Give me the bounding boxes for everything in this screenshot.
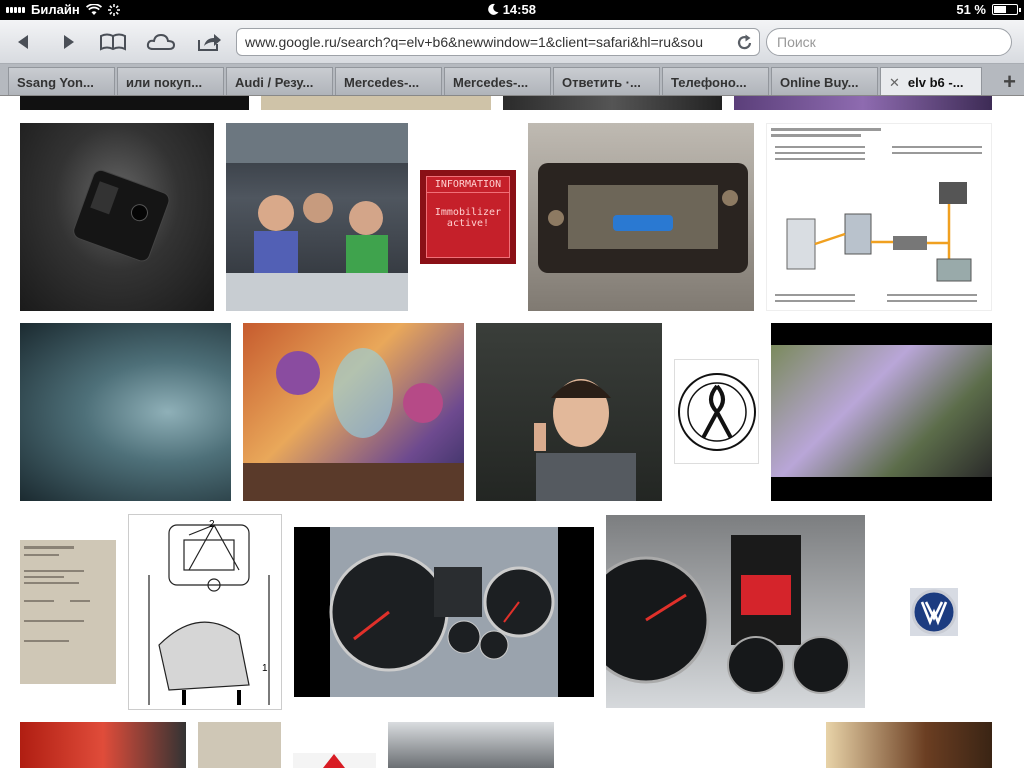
address-bar[interactable]: www.google.ru/search?q=elv+b6&newwindow=… xyxy=(236,28,760,56)
image-result-wiring-photo[interactable] xyxy=(771,323,992,501)
fantasy-illustration xyxy=(243,348,464,501)
image-result-top-2[interactable] xyxy=(261,96,491,110)
tab-active[interactable]: ✕ elv b6 -... xyxy=(880,67,982,95)
search-placeholder: Поиск xyxy=(777,34,816,50)
info-text-1: Immobilizer xyxy=(434,207,502,218)
tab-5[interactable]: Mercedes-... xyxy=(444,67,551,95)
lock-module-photo xyxy=(538,163,748,273)
dashboard-photo xyxy=(606,535,850,694)
clock: 14:58 xyxy=(502,2,536,17)
image-result-line-drawing[interactable]: 21 xyxy=(128,514,282,710)
technical-drawing: 21 xyxy=(148,519,270,705)
search-field[interactable]: Поиск xyxy=(766,28,1012,56)
vw-logo-icon xyxy=(911,589,957,635)
portrait-photo xyxy=(534,379,636,501)
rune-circle-image xyxy=(678,373,756,451)
cloud-icon xyxy=(146,33,176,50)
safari-toolbar: www.google.ru/search?q=elv+b6&newwindow=… xyxy=(0,20,1024,64)
image-result-top-1[interactable] xyxy=(20,96,249,110)
tab-label: или покуп... xyxy=(126,75,203,90)
tab-8[interactable]: Online Buy... xyxy=(771,67,878,95)
tab-label: elv b6 -... xyxy=(907,75,964,90)
tab-1[interactable]: Ssang Yon... xyxy=(8,67,115,95)
image-result-immobilizer-display[interactable]: INFORMATION Immobilizer active! xyxy=(420,170,516,264)
image-result-document-page[interactable] xyxy=(20,540,116,684)
image-result-vw-logo[interactable] xyxy=(910,588,958,636)
tab-6[interactable]: Ответить ·... xyxy=(553,67,660,95)
reload-icon xyxy=(737,34,752,50)
image-result-man-gesture[interactable] xyxy=(476,323,662,501)
tab-label: Mercedes-... xyxy=(344,75,420,90)
tab-bar: Ssang Yon... или покуп... Audi / Резу...… xyxy=(0,64,1024,96)
image-result-car-interior[interactable] xyxy=(388,722,554,768)
tab-label: Ответить ·... xyxy=(562,75,641,90)
tab-4[interactable]: Mercedes-... xyxy=(335,67,442,95)
image-result-people-in-car[interactable] xyxy=(226,123,408,311)
image-result-warning-sign[interactable] xyxy=(293,753,376,768)
image-result-metal-shaft[interactable] xyxy=(20,323,231,501)
tab-3[interactable]: Audi / Резу... xyxy=(226,67,333,95)
close-tab-icon[interactable]: ✕ xyxy=(889,75,900,90)
document-scan xyxy=(24,546,90,642)
tab-2[interactable]: или покуп... xyxy=(117,67,224,95)
info-text-2: active! xyxy=(446,218,490,229)
image-result-garage-door[interactable] xyxy=(826,722,992,768)
share-icon xyxy=(198,34,221,51)
reload-button[interactable] xyxy=(737,33,753,54)
add-tab-button[interactable]: + xyxy=(1003,69,1016,95)
image-result-dashboard-display[interactable] xyxy=(606,515,865,708)
dashboard-gauges xyxy=(329,527,558,697)
image-results: INFORMATION Immobilizer active! 21 xyxy=(0,96,1024,768)
forward-button[interactable] xyxy=(54,28,84,56)
image-result-document-2[interactable] xyxy=(198,722,281,768)
drawing-label-2: 2 xyxy=(209,519,215,530)
schematic-diagram xyxy=(771,128,982,302)
tab-label: Mercedes-... xyxy=(453,75,529,90)
back-arrow-icon xyxy=(18,35,28,49)
image-result-lock-module[interactable] xyxy=(528,123,754,311)
image-result-fantasy-art[interactable] xyxy=(243,323,464,501)
image-result-red-car[interactable] xyxy=(20,722,186,768)
forward-arrow-icon xyxy=(64,35,74,49)
image-result-usb-aux-socket[interactable] xyxy=(20,123,214,311)
image-result-rune-seal[interactable] xyxy=(674,359,759,464)
bookmarks-button[interactable] xyxy=(98,28,128,56)
warning-triangle-icon xyxy=(323,754,345,768)
moon-icon xyxy=(488,3,499,15)
image-result-top-4[interactable] xyxy=(734,96,992,110)
image-result-comfort-unit-diagram[interactable] xyxy=(766,123,992,311)
drawing-label-1: 1 xyxy=(262,663,268,674)
battery-icon xyxy=(992,4,1021,15)
usb-socket-image xyxy=(73,169,170,262)
book-icon xyxy=(100,33,126,51)
battery-percent: 51 % xyxy=(956,2,986,17)
tab-7[interactable]: Телефоно... xyxy=(662,67,769,95)
tab-label: Телефоно... xyxy=(671,75,747,90)
info-heading: INFORMATION xyxy=(427,177,509,193)
share-button[interactable] xyxy=(194,28,224,56)
back-button[interactable] xyxy=(8,28,38,56)
tab-label: Online Buy... xyxy=(780,75,859,90)
image-result-instrument-cluster[interactable] xyxy=(294,527,594,697)
tab-label: Ssang Yon... xyxy=(17,75,94,90)
url-text: www.google.ru/search?q=elv+b6&newwindow=… xyxy=(245,34,704,50)
icloud-tabs-button[interactable] xyxy=(146,28,176,56)
car-interior-photo xyxy=(226,123,408,311)
tab-label: Audi / Резу... xyxy=(235,75,314,90)
image-result-top-3[interactable] xyxy=(503,96,722,110)
status-bar: Билайн 14:58 51 % xyxy=(0,0,1024,20)
